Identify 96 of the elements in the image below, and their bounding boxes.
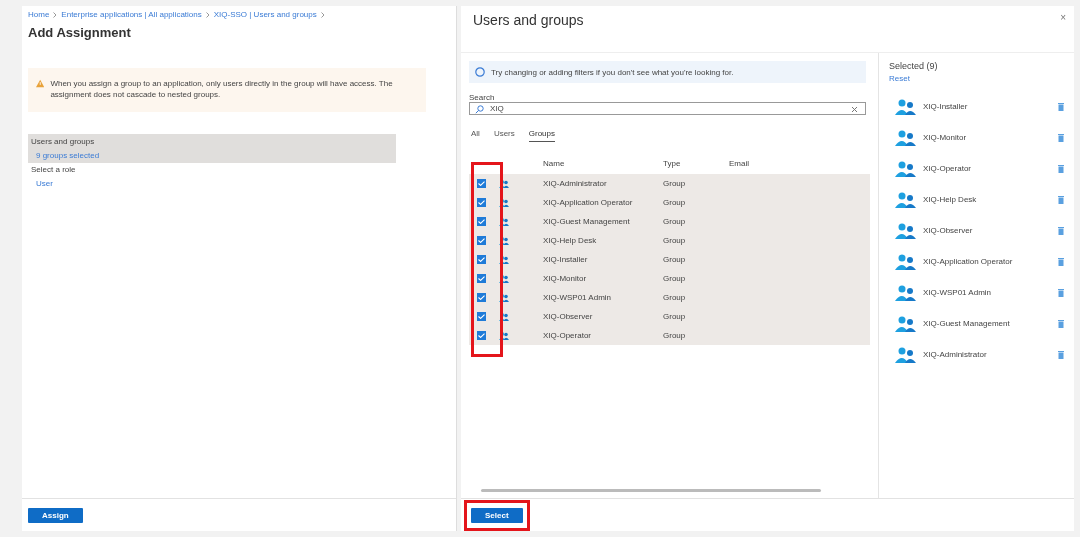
section-label: Users and groups	[31, 137, 96, 147]
group-icon	[499, 255, 509, 264]
assignment-section[interactable]: Select a role User	[28, 163, 396, 191]
search-field[interactable]: XIQ	[469, 102, 866, 115]
selected-group-name: XIQ-Operator	[923, 164, 972, 173]
row-checkbox[interactable]	[477, 179, 486, 188]
row-checkbox[interactable]	[477, 274, 486, 283]
trash-icon[interactable]	[1058, 164, 1064, 173]
selected-group-name: XIQ-Observer	[923, 226, 974, 235]
group-name-cell-text: XIQ-Application Operator	[543, 198, 634, 207]
type-cell-text: Group	[663, 312, 687, 321]
type-cell-text: Group	[663, 179, 687, 188]
chevron-icon	[53, 11, 58, 18]
group-icon	[499, 236, 509, 245]
search-icon	[475, 105, 484, 114]
breadcrumb-link[interactable]: Enterprise applications | All applications	[61, 10, 202, 19]
group-name-cell-text: XIQ-Administrator	[543, 179, 608, 188]
type-cell-text: Group	[663, 198, 687, 207]
row-checkbox[interactable]	[477, 198, 486, 207]
selected-group-name: XIQ-Help Desk	[923, 195, 978, 204]
group-icon	[895, 191, 917, 208]
filter-tab[interactable]: Groups	[528, 129, 555, 142]
group-icon	[895, 346, 917, 363]
trash-icon[interactable]	[1058, 226, 1064, 235]
row-checkbox[interactable]	[477, 236, 486, 245]
info-text: Try changing or adding filters if you don't see what you're looking for.	[491, 67, 734, 77]
group-name-cell-text: XIQ-Installer	[543, 255, 589, 264]
column-header: Email	[729, 158, 750, 168]
dialog-title: Users and groups	[473, 12, 584, 28]
selected-group-name: XIQ-Monitor	[923, 133, 968, 142]
breadcrumb-link[interactable]: Home	[28, 10, 50, 19]
group-name-cell-text: XIQ-Monitor	[543, 274, 588, 283]
trash-icon[interactable]	[1058, 319, 1064, 328]
type-cell-text: Group	[663, 331, 687, 340]
group-icon	[895, 315, 917, 332]
info-icon	[475, 67, 485, 77]
type-cell-text: Group	[663, 217, 687, 226]
trash-icon[interactable]	[1058, 257, 1064, 266]
selected-group-name: XIQ-Application Operator	[923, 257, 1014, 266]
close-button[interactable]: ×	[1060, 12, 1066, 23]
trash-icon[interactable]	[1058, 195, 1064, 204]
row-checkbox[interactable]	[477, 255, 486, 264]
row-checkbox[interactable]	[477, 312, 486, 321]
warning-text: When you assign a group to an application, only users directly in the group will have access. The assignment does not cascade to nested groups.	[50, 78, 394, 101]
type-cell-text: Group	[663, 293, 687, 302]
type-cell-text: Group	[663, 255, 687, 264]
trash-icon[interactable]	[1058, 102, 1064, 111]
row-checkbox[interactable]	[477, 217, 486, 226]
reset-link[interactable]: Reset	[889, 74, 1064, 83]
group-icon	[895, 253, 917, 270]
assignment-section[interactable]: Users and groups 9 groups selected	[28, 134, 396, 164]
column-header: Name	[543, 158, 566, 168]
page-title: Add Assignment	[28, 25, 132, 40]
section-link[interactable]: User	[31, 179, 393, 189]
group-icon	[499, 179, 509, 188]
filter-tab[interactable]: Users	[493, 129, 515, 142]
assign-button[interactable]: Assign	[28, 507, 83, 523]
selected-group-name: XIQ-Installer	[923, 102, 969, 111]
select-button[interactable]: Select	[471, 507, 523, 523]
group-icon	[499, 293, 509, 302]
warning-icon	[36, 78, 45, 89]
group-name-cell-text: XIQ-Guest Management	[543, 217, 631, 226]
trash-icon[interactable]	[1058, 350, 1064, 359]
group-icon	[895, 129, 917, 146]
row-checkbox[interactable]	[477, 293, 486, 302]
trash-icon[interactable]	[1058, 133, 1064, 142]
group-icon	[895, 98, 917, 115]
group-name-cell-text: XIQ-Observer	[543, 312, 594, 321]
selected-group-name: XIQ-Guest Management	[923, 319, 1011, 328]
clear-icon[interactable]	[851, 106, 858, 113]
column-header: Type	[663, 158, 682, 168]
type-cell-text: Group	[663, 236, 687, 245]
group-name-cell-text: XIQ-WSP01 Admin	[543, 293, 613, 302]
group-name-cell-text: XIQ-Operator	[543, 331, 592, 340]
chevron-icon	[320, 11, 325, 18]
filter-tab[interactable]: All	[471, 129, 480, 142]
breadcrumb-link[interactable]: XIQ-SSO | Users and groups	[213, 10, 317, 19]
section-label: Select a role	[31, 165, 77, 175]
row-checkbox[interactable]	[477, 331, 486, 340]
group-icon	[499, 217, 509, 226]
group-icon	[895, 222, 917, 239]
type-cell-text: Group	[663, 274, 687, 283]
group-icon	[895, 160, 917, 177]
selected-group-name: XIQ-Administrator	[923, 350, 988, 359]
group-icon	[499, 312, 509, 321]
group-icon	[499, 331, 509, 340]
chevron-icon	[205, 11, 210, 18]
trash-icon[interactable]	[1058, 288, 1064, 297]
search-label: Search	[469, 93, 496, 102]
group-icon	[499, 198, 509, 207]
selected-count-title: Selected (9)	[889, 61, 939, 71]
section-link[interactable]: 9 groups selected	[31, 151, 393, 161]
selected-group-name: XIQ-WSP01 Admin	[923, 288, 993, 297]
group-name-cell-text: XIQ-Help Desk	[543, 236, 598, 245]
group-icon	[895, 284, 917, 301]
group-icon	[499, 274, 509, 283]
